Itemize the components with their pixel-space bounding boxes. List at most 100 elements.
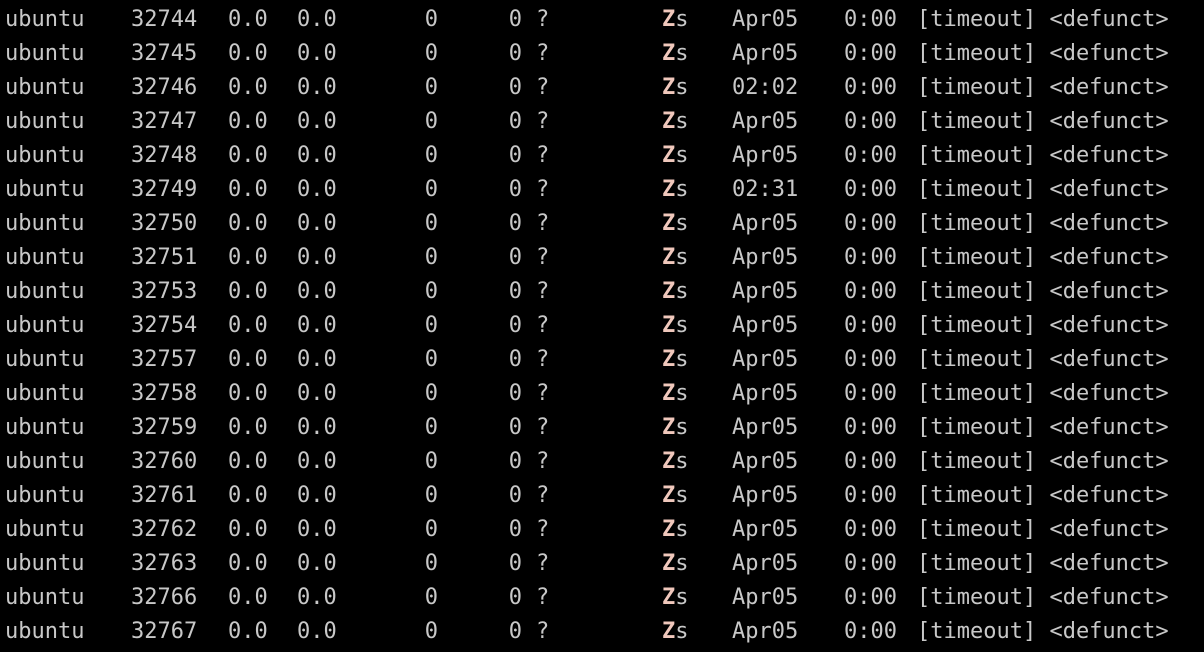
process-time: 0:00	[844, 347, 897, 372]
process-time: 0:00	[844, 109, 897, 134]
terminal-output[interactable]: ubuntu 32744 0.0 0.0 0 0? Zs Apr05 0:00 [timeout]…	[0, 0, 1204, 652]
process-pid: 32746	[131, 75, 198, 100]
process-cpu: 0.0	[228, 483, 268, 508]
process-rss: 0	[508, 279, 522, 304]
process-user: ubuntu	[5, 585, 85, 610]
process-stat-state: Z	[662, 347, 676, 372]
process-user: ubuntu	[5, 449, 85, 474]
process-vsz: 0	[424, 449, 438, 474]
process-stat-flags: s	[675, 415, 689, 440]
process-stat-state: Z	[662, 483, 676, 508]
process-mem: 0.0	[297, 143, 337, 168]
process-tty: ?	[536, 41, 550, 66]
process-rss: 0	[508, 143, 522, 168]
process-vsz: 0	[424, 75, 438, 100]
process-tty: ?	[536, 381, 550, 406]
process-start: Apr05	[732, 41, 799, 66]
process-stat-state: Z	[662, 7, 676, 32]
process-rss: 0	[508, 7, 522, 32]
process-command: [timeout] <defunct>	[917, 7, 1169, 32]
process-stat: Zs	[662, 445, 689, 479]
process-vsz: 0	[424, 415, 438, 440]
process-pid: 32757	[131, 347, 198, 372]
process-pid: 32751	[131, 245, 198, 270]
process-mem: 0.0	[297, 313, 337, 338]
process-user: ubuntu	[5, 7, 85, 32]
process-time: 0:00	[844, 449, 897, 474]
process-stat-state: Z	[662, 211, 676, 236]
process-stat-state: Z	[662, 177, 676, 202]
process-stat: Zs	[662, 207, 689, 241]
process-time: 0:00	[844, 483, 897, 508]
process-rss: 0	[508, 551, 522, 576]
process-pid: 32748	[131, 143, 198, 168]
process-tty: ?	[536, 449, 550, 474]
process-stat-state: Z	[662, 245, 676, 270]
process-stat: Zs	[662, 513, 689, 547]
process-start: Apr05	[732, 517, 799, 542]
process-cpu: 0.0	[228, 415, 268, 440]
process-stat-state: Z	[662, 619, 676, 644]
process-stat-flags: s	[675, 449, 689, 474]
process-stat: Zs	[662, 173, 689, 207]
process-mem: 0.0	[297, 41, 337, 66]
process-user: ubuntu	[5, 347, 85, 372]
process-stat: Zs	[662, 479, 689, 513]
process-command: [timeout] <defunct>	[917, 585, 1169, 610]
process-user: ubuntu	[5, 551, 85, 576]
process-user: ubuntu	[5, 75, 85, 100]
process-mem: 0.0	[297, 75, 337, 100]
process-command: [timeout] <defunct>	[917, 619, 1169, 644]
process-row: ubuntu 32748 0.0 0.0 0 0? Zs Apr05 0:00 [timeout]…	[0, 139, 1204, 173]
process-user: ubuntu	[5, 517, 85, 542]
process-rss: 0	[508, 517, 522, 542]
process-time: 0:00	[844, 551, 897, 576]
process-command: [timeout] <defunct>	[917, 313, 1169, 338]
process-pid: 32754	[131, 313, 198, 338]
process-command: [timeout] <defunct>	[917, 41, 1169, 66]
process-row: ubuntu 32749 0.0 0.0 0 0? Zs 02:31 0:00 [timeout]…	[0, 173, 1204, 207]
process-user: ubuntu	[5, 483, 85, 508]
process-command: [timeout] <defunct>	[917, 109, 1169, 134]
process-rss: 0	[508, 449, 522, 474]
process-row: ubuntu 32750 0.0 0.0 0 0? Zs Apr05 0:00 [timeout]…	[0, 207, 1204, 241]
process-tty: ?	[536, 279, 550, 304]
process-stat-flags: s	[675, 517, 689, 542]
process-stat-flags: s	[675, 483, 689, 508]
process-stat-flags: s	[675, 109, 689, 134]
process-pid: 32750	[131, 211, 198, 236]
process-time: 0:00	[844, 279, 897, 304]
process-time: 0:00	[844, 211, 897, 236]
process-row: ubuntu 32751 0.0 0.0 0 0? Zs Apr05 0:00 [timeout]…	[0, 241, 1204, 275]
process-tty: ?	[536, 517, 550, 542]
process-stat-state: Z	[662, 415, 676, 440]
process-stat: Zs	[662, 71, 689, 105]
process-user: ubuntu	[5, 415, 85, 440]
process-stat-flags: s	[675, 211, 689, 236]
process-mem: 0.0	[297, 551, 337, 576]
process-vsz: 0	[424, 211, 438, 236]
process-mem: 0.0	[297, 517, 337, 542]
process-start: 02:31	[732, 177, 799, 202]
process-user: ubuntu	[5, 211, 85, 236]
process-stat-state: Z	[662, 41, 676, 66]
process-rss: 0	[508, 347, 522, 372]
process-time: 0:00	[844, 585, 897, 610]
process-stat-state: Z	[662, 449, 676, 474]
process-mem: 0.0	[297, 483, 337, 508]
process-rss: 0	[508, 483, 522, 508]
process-tty: ?	[536, 483, 550, 508]
process-start: Apr05	[732, 551, 799, 576]
process-stat-state: Z	[662, 381, 676, 406]
process-row: ubuntu 32760 0.0 0.0 0 0? Zs Apr05 0:00 [timeout]…	[0, 445, 1204, 479]
process-tty: ?	[536, 177, 550, 202]
process-cpu: 0.0	[228, 41, 268, 66]
process-stat-state: Z	[662, 585, 676, 610]
process-cpu: 0.0	[228, 551, 268, 576]
process-stat-state: Z	[662, 517, 676, 542]
process-row: ubuntu 32762 0.0 0.0 0 0? Zs Apr05 0:00 [timeout]…	[0, 513, 1204, 547]
process-stat: Zs	[662, 241, 689, 275]
process-vsz: 0	[424, 313, 438, 338]
process-time: 0:00	[844, 517, 897, 542]
process-vsz: 0	[424, 347, 438, 372]
